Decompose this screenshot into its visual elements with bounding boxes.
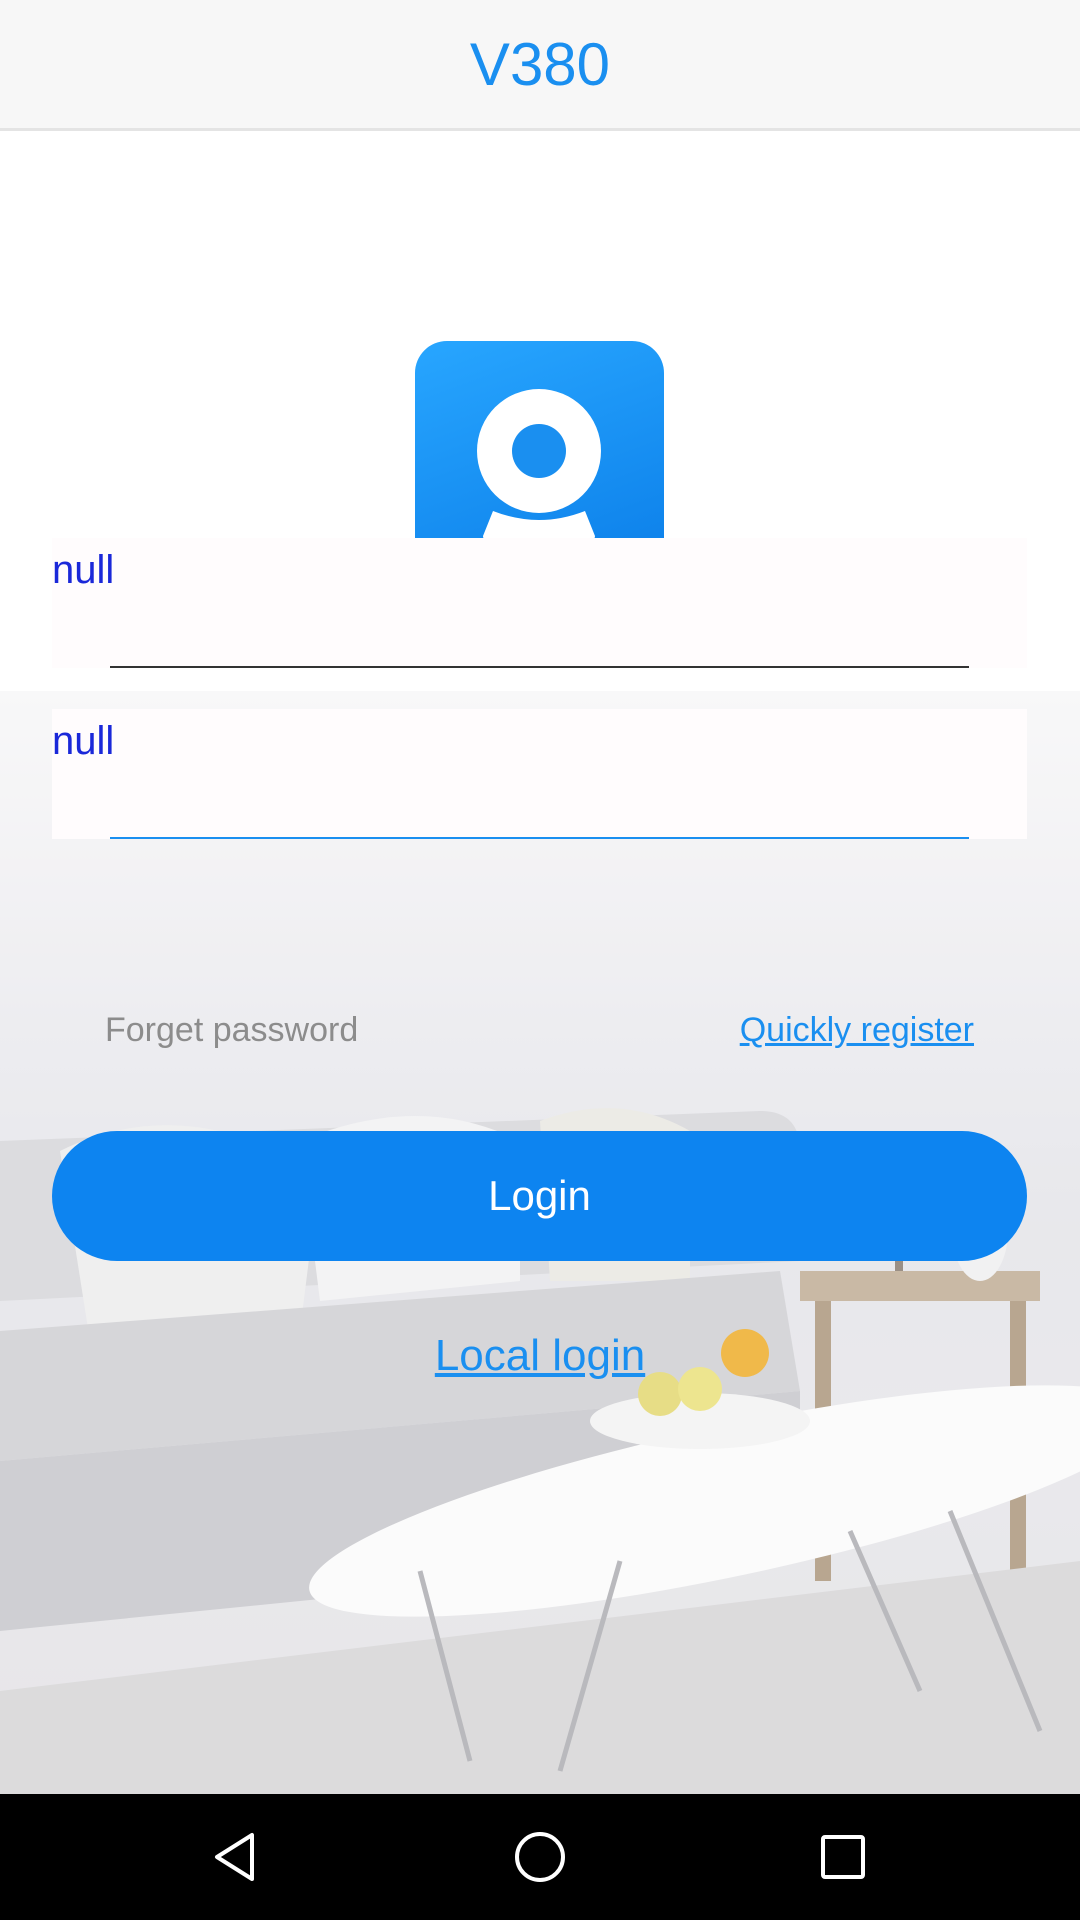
back-icon[interactable] <box>207 1827 267 1887</box>
quick-register-link[interactable]: Quickly register <box>740 1011 974 1050</box>
app-header: V380 <box>0 0 1080 131</box>
username-underline <box>110 666 969 668</box>
local-login-link[interactable]: Local login <box>0 1331 1080 1381</box>
recents-icon[interactable] <box>813 1827 873 1887</box>
password-label: null <box>52 719 115 763</box>
password-underline <box>110 837 969 839</box>
login-screen: null null Forget password Quickly regist… <box>0 131 1080 1794</box>
account-links: Forget password Quickly register <box>0 1011 1080 1061</box>
system-navigation-bar <box>0 1794 1080 1920</box>
login-button[interactable]: Login <box>52 1131 1027 1261</box>
password-field[interactable]: null <box>52 709 1027 839</box>
username-field[interactable]: null <box>52 538 1027 668</box>
forget-password-link[interactable]: Forget password <box>105 1011 358 1050</box>
app-title: V380 <box>469 30 611 98</box>
home-icon[interactable] <box>510 1827 570 1887</box>
username-label: null <box>52 548 115 592</box>
